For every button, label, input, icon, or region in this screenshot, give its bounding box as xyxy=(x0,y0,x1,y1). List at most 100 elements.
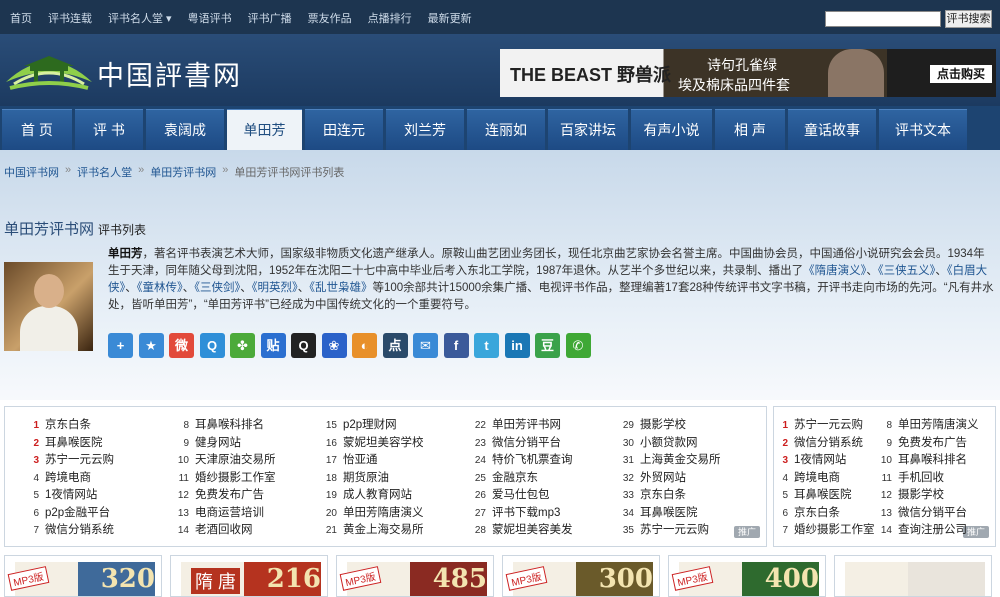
email-icon[interactable]: ✉ xyxy=(413,333,438,358)
breadcrumb-link[interactable]: 单田芳评书网 xyxy=(150,164,216,180)
sponsored-link[interactable]: 2 微信分销系统 xyxy=(774,434,875,452)
sponsored-link[interactable]: 15 p2p理财网 xyxy=(323,416,424,434)
sponsored-link[interactable]: 3 1夜情网站 xyxy=(774,451,875,469)
search-input[interactable] xyxy=(825,11,941,27)
main-nav-tab[interactable]: 有声小说 xyxy=(631,109,712,150)
sponsored-link[interactable]: 28 蒙妮坦美容美发 xyxy=(472,521,573,539)
baidu-icon[interactable]: ❀ xyxy=(321,333,347,358)
sponsored-link[interactable]: 4 跨境电商 xyxy=(774,469,875,487)
sponsored-link[interactable]: 13 微信分销平台 xyxy=(878,504,979,522)
sponsored-link[interactable]: 13 电商运营培训 xyxy=(175,504,276,522)
sponsored-link[interactable]: 34 耳鼻喉医院 xyxy=(620,504,721,522)
tieba-icon[interactable]: 贴 xyxy=(260,333,286,358)
main-nav-tab[interactable]: 刘兰芳 xyxy=(386,109,464,150)
qq-icon[interactable]: Q xyxy=(291,333,316,358)
sponsored-link[interactable]: 6 p2p金融平台 xyxy=(25,504,114,522)
sponsored-link[interactable]: 14 查询注册公司 xyxy=(878,521,979,539)
main-nav-tab[interactable]: 相 声 xyxy=(715,109,785,150)
wechat-icon[interactable]: ✆ xyxy=(565,333,591,358)
sponsored-link[interactable]: 21 黄金上海交易所 xyxy=(323,521,424,539)
sponsored-link[interactable]: 1 苏宁一元云购 xyxy=(774,416,875,434)
sponsored-link[interactable]: 8 单田芳隋唐演义 xyxy=(878,416,978,434)
sponsored-link[interactable]: 31 上海黄金交易所 xyxy=(620,451,721,469)
sponsored-link[interactable]: 12 摄影学校 xyxy=(878,486,979,504)
sponsored-link[interactable]: 33 京东白条 xyxy=(620,486,721,504)
top-nav-link[interactable]: 评书连载 xyxy=(48,10,92,26)
sponsored-link[interactable]: 9 健身网站 xyxy=(175,434,276,452)
sponsored-link[interactable]: 20 单田芳隋唐演义 xyxy=(323,504,424,522)
main-nav-tab[interactable]: 单田芳 xyxy=(227,109,302,150)
top-nav-link[interactable]: 点播排行 xyxy=(368,10,412,26)
main-nav-tab[interactable]: 首 页 xyxy=(2,109,72,150)
sponsored-link[interactable]: 32 外贸网站 xyxy=(620,469,721,487)
breadcrumb-link[interactable]: 评书名人堂 xyxy=(77,164,132,180)
facebook-icon[interactable]: f xyxy=(443,333,469,358)
qzone-icon[interactable]: Q xyxy=(199,333,225,358)
sponsored-link[interactable]: 29 摄影学校 xyxy=(620,416,721,434)
site-logo-text[interactable]: 中国評書网 xyxy=(97,54,242,93)
linkedin-icon[interactable]: in xyxy=(504,333,530,358)
dianping-icon[interactable]: 点 xyxy=(382,333,408,358)
sponsored-link[interactable]: 7 婚纱摄影工作室 xyxy=(774,521,874,539)
top-nav-link[interactable]: 票友作品 xyxy=(308,10,352,26)
sponsored-link[interactable]: 4 跨境电商 xyxy=(25,469,114,487)
sponsored-link[interactable]: 16 蒙妮坦美容学校 xyxy=(323,434,424,452)
main-nav-tab[interactable]: 童话故事 xyxy=(788,109,876,150)
work-link[interactable]: 《乱世枭雄》 xyxy=(309,282,372,294)
work-link[interactable]: 《三侠剑》 xyxy=(194,282,240,294)
sponsored-link[interactable]: 10 天津原油交易所 xyxy=(175,451,276,469)
sponsored-link[interactable]: 19 成人教育网站 xyxy=(323,486,424,504)
top-nav-link[interactable]: 评书广播 xyxy=(248,10,292,26)
album-thumbnail[interactable]: MP3版 300 xyxy=(502,555,660,597)
logo-fan-icon[interactable] xyxy=(4,52,94,94)
twitter-icon[interactable]: t xyxy=(474,333,499,358)
sohu-icon[interactable]: ◐ xyxy=(352,333,377,358)
ad-banner[interactable]: THE BEAST 野兽派 诗句孔雀绿 埃及棉床品四件套 点击购买 xyxy=(500,49,996,97)
sponsored-link[interactable]: 18 期货原油 xyxy=(323,469,424,487)
main-nav-tab[interactable]: 评 书 xyxy=(75,109,143,150)
sponsored-link[interactable]: 27 评书下载mp3 xyxy=(472,504,573,522)
work-link[interactable]: 《隋唐演义》 xyxy=(803,265,866,277)
sponsored-link[interactable]: 30 小额贷款网 xyxy=(620,434,721,452)
clover-icon[interactable]: ✤ xyxy=(230,333,255,358)
work-link[interactable]: 《三侠五义》 xyxy=(878,265,936,277)
sponsored-link[interactable]: 26 爱马仕包包 xyxy=(472,486,573,504)
favorite-star-icon[interactable]: ★ xyxy=(138,333,164,358)
share-more-icon[interactable]: + xyxy=(108,333,133,358)
album-thumbnail[interactable] xyxy=(834,555,992,597)
sponsored-link[interactable]: 24 特价飞机票查询 xyxy=(472,451,573,469)
sponsored-link[interactable]: 2 耳鼻喉医院 xyxy=(25,434,114,452)
sponsored-link[interactable]: 6 京东白条 xyxy=(774,504,875,522)
sponsored-link[interactable]: 14 老酒回收网 xyxy=(175,521,276,539)
weibo-icon[interactable]: 微 xyxy=(169,333,194,358)
main-nav-tab[interactable]: 连丽如 xyxy=(467,109,545,150)
album-thumbnail[interactable]: MP3版 485 xyxy=(336,555,494,597)
ad-cta-button[interactable]: 点击购买 xyxy=(930,65,992,83)
main-nav-tab[interactable]: 百家讲坛 xyxy=(548,109,628,150)
breadcrumb-link[interactable]: 中国评书网 xyxy=(4,164,59,180)
search-button[interactable]: 评书搜索 xyxy=(945,10,992,28)
sponsored-link[interactable]: 5 耳鼻喉医院 xyxy=(774,486,875,504)
sponsored-link[interactable]: 1 京东白条 xyxy=(25,416,114,434)
sponsored-link[interactable]: 3 苏宁一元云购 xyxy=(25,451,114,469)
sponsored-link[interactable]: 25 金融京东 xyxy=(472,469,573,487)
main-nav-tab[interactable]: 评书文本 xyxy=(879,109,967,150)
sponsored-link[interactable]: 10 耳鼻喉科排名 xyxy=(878,451,979,469)
main-nav-tab[interactable]: 袁阔成 xyxy=(146,109,224,150)
sponsored-link[interactable]: 7 微信分销系统 xyxy=(25,521,114,539)
album-thumbnail[interactable]: MP3版 400 xyxy=(668,555,826,597)
work-link[interactable]: 《童林传》 xyxy=(137,282,183,294)
sponsored-link[interactable]: 8 耳鼻喉科排名 xyxy=(175,416,276,434)
douban-icon[interactable]: 豆 xyxy=(535,333,560,358)
album-thumbnail[interactable]: MP3版 320 xyxy=(4,555,162,597)
sponsored-link[interactable]: 35 苏宁一元云购 xyxy=(620,521,721,539)
sponsored-link[interactable]: 11 手机回收 xyxy=(878,469,979,487)
sponsored-link[interactable]: 17 怡亚通 xyxy=(323,451,424,469)
album-thumbnail[interactable]: 隋 唐 216 xyxy=(170,555,328,597)
sponsored-link[interactable]: 5 1夜情网站 xyxy=(25,486,114,504)
sponsored-link[interactable]: 22 单田芳评书网 xyxy=(472,416,573,434)
work-link[interactable]: 《明英烈》 xyxy=(252,282,298,294)
sponsored-link[interactable]: 11 婚纱摄影工作室 xyxy=(175,469,276,487)
top-nav-link[interactable]: 首页 xyxy=(10,10,32,26)
sponsored-link[interactable]: 23 微信分销平台 xyxy=(472,434,573,452)
